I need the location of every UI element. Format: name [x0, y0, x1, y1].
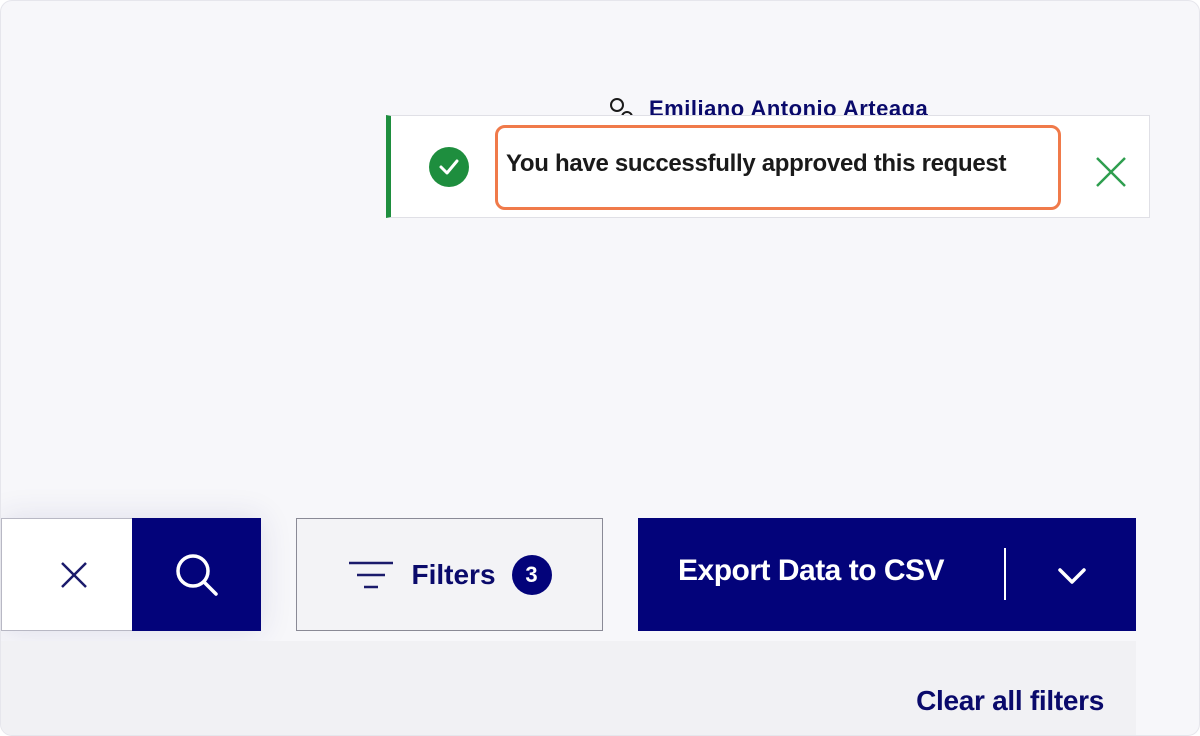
search-field[interactable] — [1, 518, 132, 631]
toast-close-button[interactable] — [1091, 152, 1131, 192]
success-toast: You have successfully approved this requ… — [386, 115, 1150, 218]
clear-all-filters-link[interactable]: Clear all filters — [916, 685, 1104, 717]
check-circle-icon — [429, 147, 469, 187]
filters-label: Filters — [411, 558, 496, 590]
toast-message: You have successfully approved this requ… — [506, 150, 1007, 177]
export-csv-button[interactable]: Export Data to CSV — [638, 518, 1136, 631]
search-icon — [175, 553, 218, 596]
export-label: Export Data to CSV — [678, 554, 945, 587]
filters-button[interactable]: Filters 3 — [296, 518, 603, 631]
search-input[interactable] — [6, 549, 50, 601]
search-group — [1, 518, 261, 631]
clear-icon[interactable] — [56, 557, 92, 593]
toolbar: Filters 3 Export Data to CSV Clear all f… — [1, 518, 1136, 735]
button-divider — [1004, 548, 1006, 600]
filters-count-badge: 3 — [511, 554, 552, 595]
chevron-down-icon[interactable] — [1054, 558, 1090, 594]
filter-bar: Clear all filters — [1, 641, 1136, 735]
filter-icon — [349, 561, 394, 588]
page: Emiliano Antonio Arteaga You have succes… — [0, 0, 1200, 736]
search-button[interactable] — [132, 518, 261, 631]
